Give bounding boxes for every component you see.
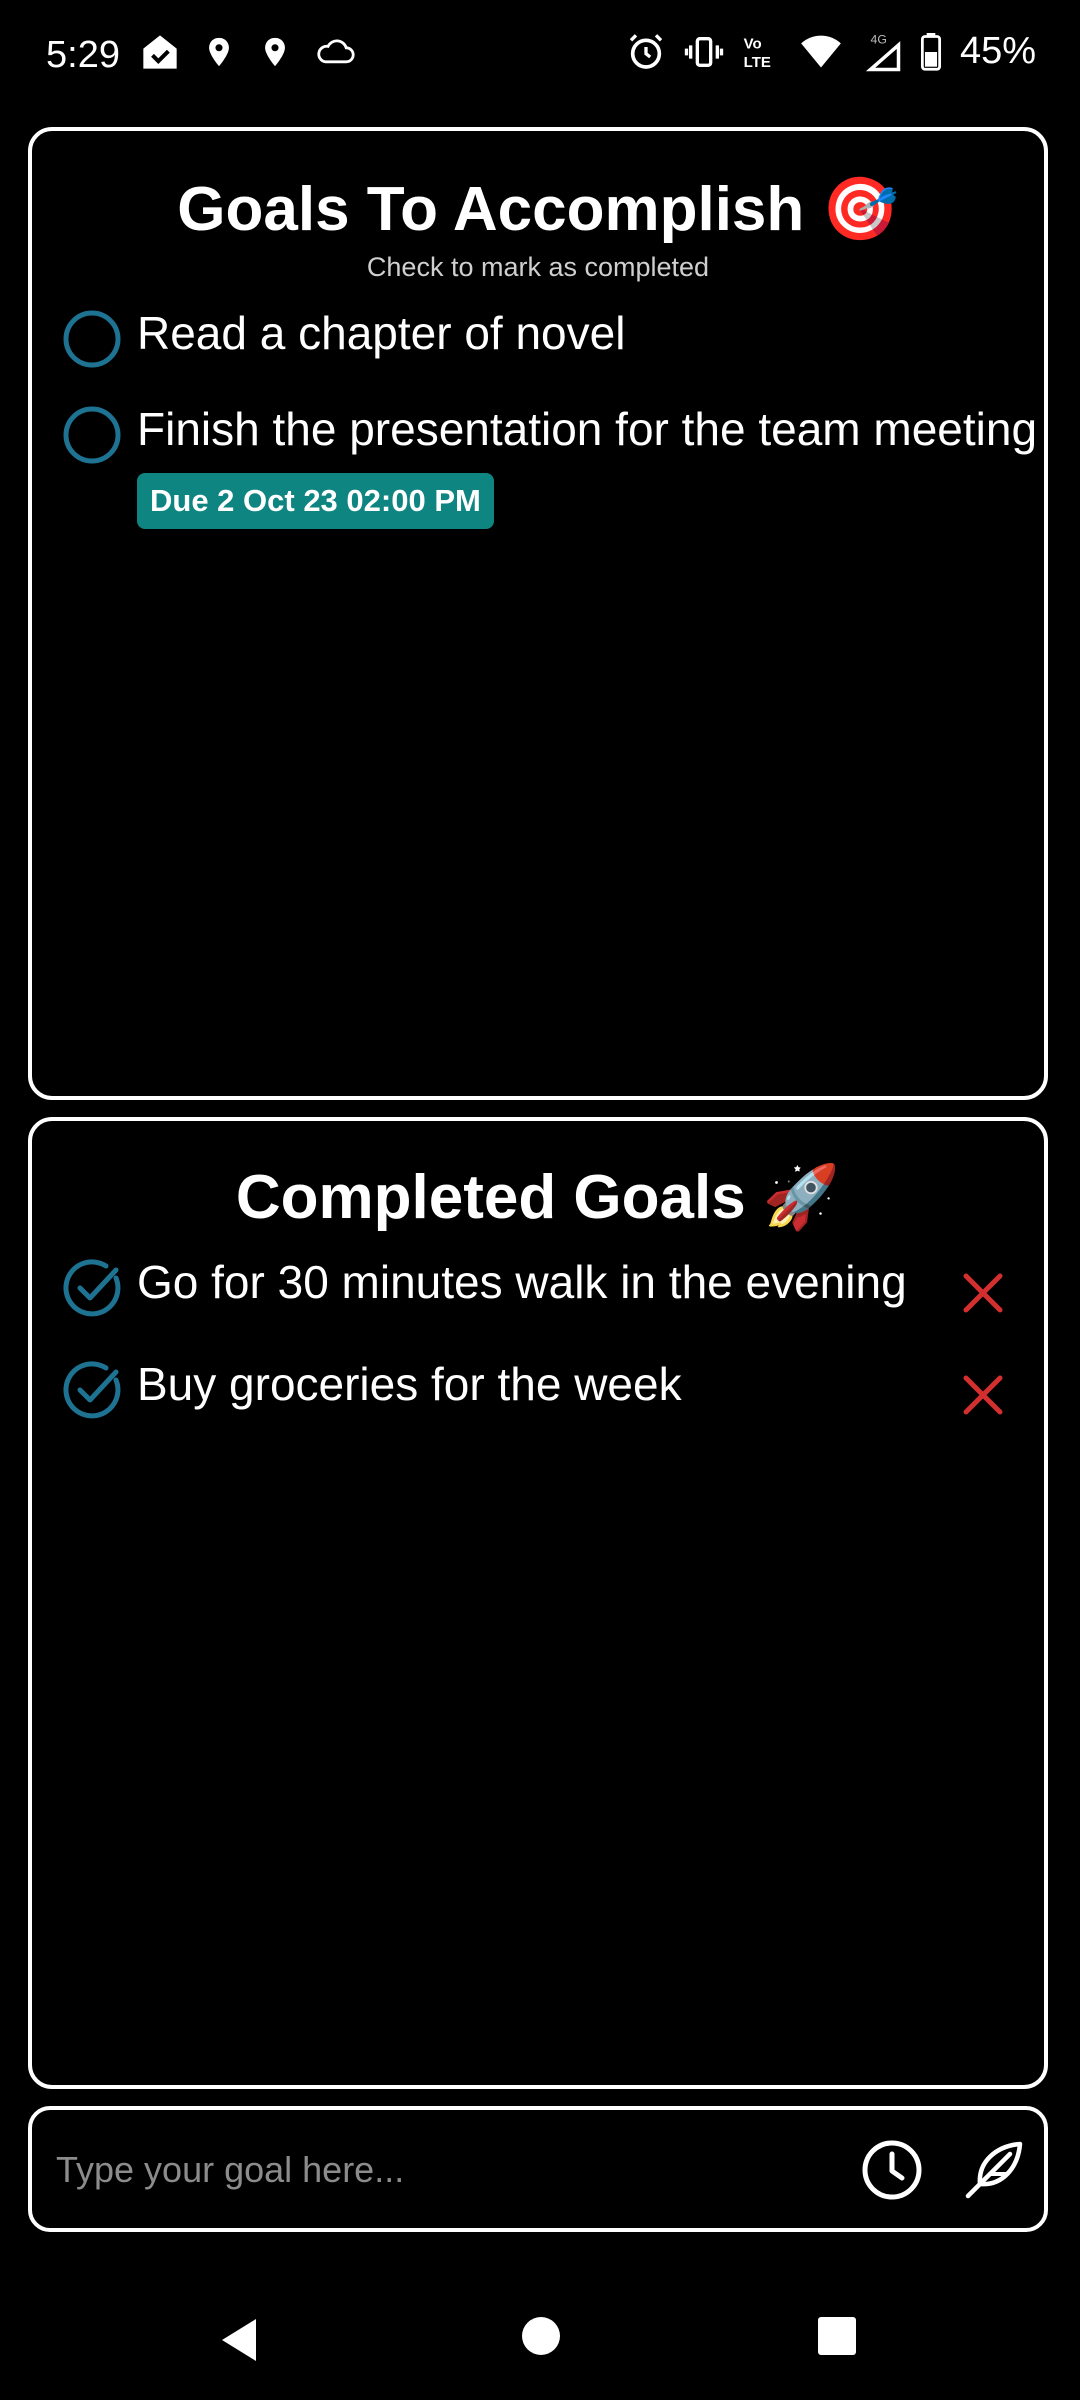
completed-item: Buy groceries for the week	[32, 1356, 1044, 1419]
back-icon[interactable]	[218, 2315, 262, 2370]
svg-text:LTE: LTE	[744, 54, 771, 71]
remove-icon[interactable]	[958, 1370, 1008, 1420]
alarm-icon	[626, 32, 666, 72]
feather-icon[interactable]	[960, 2134, 1030, 2204]
goal-text: Finish the presentation for the team mee…	[137, 403, 1038, 455]
goal-input[interactable]	[54, 2136, 838, 2204]
due-date-badge: Due 2 Oct 23 02:00 PM	[137, 473, 494, 529]
notification-icons	[140, 32, 356, 72]
svg-text:Vo: Vo	[744, 35, 762, 52]
system-icons: Vo LTE 4G 45%	[626, 30, 1036, 73]
goal-input-bar	[28, 2106, 1048, 2232]
checked-circle-icon[interactable]	[62, 1258, 122, 1318]
goal-item: Read a chapter of novel	[32, 305, 1044, 368]
signal-4g-icon: 4G	[860, 31, 902, 73]
goals-subtitle: Check to mark as completed	[366, 252, 710, 282]
unchecked-circle-icon[interactable]	[62, 309, 122, 369]
completed-card: Completed Goals 🚀 Go for 30 minutes walk…	[28, 1117, 1048, 2089]
volte-icon: Vo LTE	[742, 32, 782, 72]
checked-circle-icon[interactable]	[62, 1360, 122, 1420]
status-time: 5:29	[46, 34, 120, 76]
home-check-icon	[140, 32, 180, 72]
home-icon[interactable]	[521, 2316, 561, 2361]
location-icon	[258, 35, 292, 69]
remove-icon[interactable]	[958, 1268, 1008, 1318]
completed-text: Buy groceries for the week	[137, 1358, 682, 1410]
unchecked-circle-icon[interactable]	[62, 405, 122, 465]
goals-title: Goals To Accomplish 🎯	[177, 175, 899, 244]
vibrate-icon	[684, 32, 724, 72]
battery-percentage: 45%	[959, 30, 1036, 72]
goals-card: Goals To Accomplish 🎯 Check to mark as c…	[28, 127, 1048, 1100]
completed-title: Completed Goals 🚀	[235, 1163, 841, 1232]
goal-item: Finish the presentation for the team mee…	[32, 401, 1044, 529]
recent-apps-icon[interactable]	[817, 2316, 857, 2361]
goal-text: Read a chapter of novel	[137, 307, 626, 359]
completed-text: Go for 30 minutes walk in the evening	[137, 1256, 907, 1308]
wifi-icon	[800, 33, 842, 71]
cloud-icon	[314, 35, 356, 69]
completed-item: Go for 30 minutes walk in the evening	[32, 1254, 1044, 1317]
battery-icon	[920, 32, 942, 71]
status-bar: 5:29 Vo LTE 4G 45%	[0, 0, 1080, 115]
navigation-bar	[0, 2280, 1080, 2400]
clock-icon[interactable]	[859, 2137, 925, 2203]
location-icon	[202, 35, 236, 69]
svg-text:4G: 4G	[870, 32, 886, 46]
